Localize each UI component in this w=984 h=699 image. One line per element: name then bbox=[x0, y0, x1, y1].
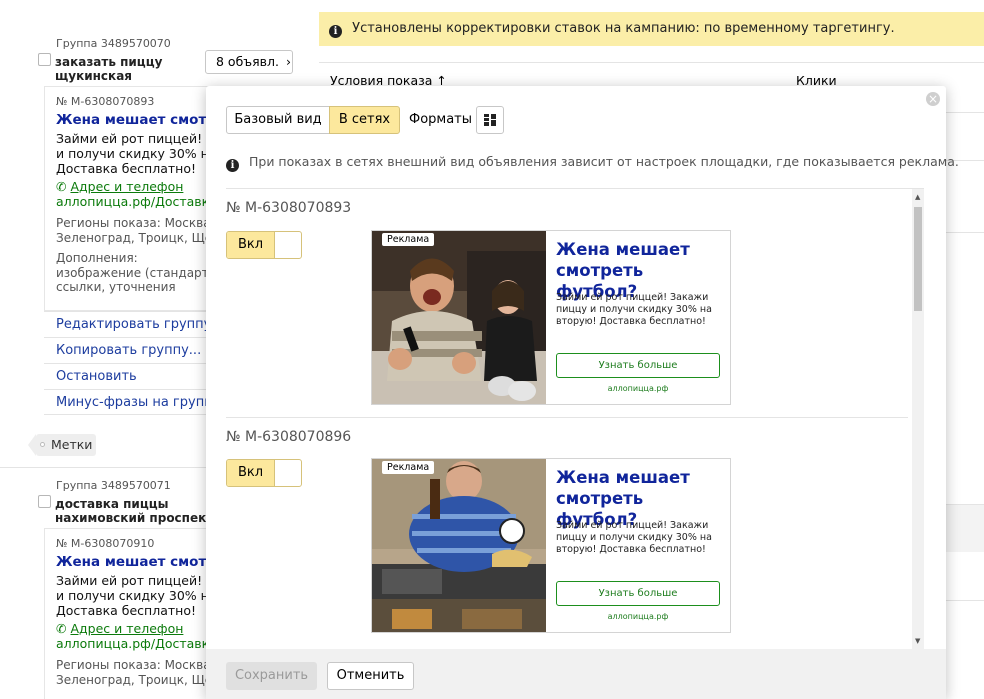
negative-keywords-link[interactable]: Минус-фразы на группу bbox=[44, 389, 224, 415]
extras-line: Дополнения: bbox=[56, 251, 138, 265]
ads-count-button[interactable]: 8 объявл. › bbox=[205, 50, 293, 74]
tags-label: Метки bbox=[51, 437, 93, 452]
group-name-line: заказать пиццу bbox=[55, 55, 163, 69]
network-ad-preview: Реклама Жена мешает смотреть футбол? Зай… bbox=[371, 458, 731, 633]
tag-arrow-shape bbox=[28, 434, 36, 456]
learn-more-button: Узнать больше bbox=[556, 581, 720, 606]
ad-number: № M-6308070893 bbox=[226, 200, 352, 216]
tab-formats[interactable]: Форматы bbox=[409, 112, 472, 127]
edit-group-link[interactable]: Редактировать группу... bbox=[44, 311, 224, 337]
network-ad-preview: Реклама Жена мешает смотреть футбол? Зай… bbox=[371, 230, 731, 405]
group-name-line: доставка пиццы bbox=[55, 497, 169, 511]
ad-label-badge: Реклама bbox=[382, 233, 435, 246]
display-url: аллопицца.рф/Доставка- bbox=[56, 194, 222, 209]
ad-body: Займи ей рот пиццей! Закажи пиццу и полу… bbox=[556, 292, 712, 327]
alert-text: Установлены корректировки ставок на камп… bbox=[352, 21, 895, 36]
tab-basic-view[interactable]: Базовый вид bbox=[226, 106, 330, 134]
ads-scroll-area: ▲ ▼ № M-6308070893 Вкл Реклама Жена меша… bbox=[226, 188, 924, 649]
extras-line: изображение (стандартное bbox=[56, 265, 232, 280]
save-button[interactable]: Сохранить bbox=[226, 662, 317, 690]
regions-line: Регионы показа: Москва (к bbox=[56, 216, 227, 230]
scroll-up-icon[interactable]: ▲ bbox=[915, 193, 920, 201]
ad-body-line: Займи ей рот пиццей! За bbox=[56, 131, 222, 146]
address-link-label: Адрес и телефон bbox=[70, 179, 184, 194]
chevron-right-icon: › bbox=[285, 54, 291, 69]
extras-text: Дополнения: изображение (стандартное ссы… bbox=[56, 251, 231, 295]
modal-footer: Сохранить Отменить bbox=[206, 649, 946, 699]
regions-line: Регионы показа: Москва ( bbox=[56, 658, 220, 672]
tab-networks[interactable]: В сетях bbox=[329, 106, 400, 134]
group-id: Группа 3489570071 bbox=[56, 479, 171, 492]
group-name[interactable]: доставка пиццы нахимовский проспект bbox=[55, 497, 213, 525]
group-name-line: щукинская bbox=[55, 69, 132, 83]
bid-adjustment-alert: i Установлены корректировки ставок на ка… bbox=[319, 12, 984, 46]
ad-toggle[interactable]: Вкл bbox=[226, 459, 302, 487]
group-name-line: нахимовский проспект bbox=[55, 511, 214, 525]
ads-count-label: 8 объявл. bbox=[216, 54, 279, 69]
ad-body-line: Доставка бесплатно! bbox=[56, 603, 196, 618]
ad-domain: аллопицца.рф bbox=[607, 612, 669, 621]
regions-text: Регионы показа: Москва (к Зеленоград, Тр… bbox=[56, 216, 227, 245]
ad-row: № M-6308070896 Вкл Реклама Жена мешает с… bbox=[226, 419, 908, 649]
group-divider bbox=[0, 467, 210, 468]
ad-number: № M-6308070910 bbox=[56, 537, 155, 550]
ad-body: Займи ей рот пиццей! За и получи скидку … bbox=[56, 573, 228, 618]
copy-group-link[interactable]: Копировать группу... bbox=[44, 337, 224, 363]
toggle-on-label: Вкл bbox=[227, 460, 275, 486]
ad-label-badge: Реклама bbox=[382, 461, 435, 474]
table-row-line bbox=[946, 112, 984, 113]
ad-number: № M-6308070896 bbox=[226, 429, 352, 445]
ad-body-line: Займи ей рот пиццей! За bbox=[56, 573, 222, 588]
table-row-line bbox=[946, 232, 984, 233]
address-link[interactable]: ✆ Адрес и телефон bbox=[56, 621, 183, 636]
info-icon: i bbox=[329, 25, 342, 38]
group-checkbox[interactable] bbox=[38, 53, 51, 66]
group-id: Группа 3489570070 bbox=[56, 37, 171, 50]
tags-button[interactable]: Метки bbox=[36, 434, 96, 456]
toggle-on-label: Вкл bbox=[227, 232, 275, 258]
layout-grid-icon[interactable] bbox=[476, 106, 504, 134]
regions-line: Зеленоград, Троицк, Щерб bbox=[56, 672, 228, 687]
ad-preview-modal: × Базовый вид В сетях Форматы i При пока… bbox=[206, 86, 959, 699]
ad-row: № M-6308070893 Вкл Реклама Жена мешает с… bbox=[226, 189, 908, 418]
ad-body: Займи ей рот пиццей! За и получи скидку … bbox=[56, 131, 228, 176]
ad-toggle[interactable]: Вкл bbox=[226, 231, 302, 259]
table-row-line bbox=[946, 600, 984, 601]
address-link[interactable]: ✆ Адрес и телефон bbox=[56, 179, 183, 194]
ad-body-line: Доставка бесплатно! bbox=[56, 161, 196, 176]
group-name[interactable]: заказать пиццу щукинская bbox=[55, 55, 162, 83]
ad-domain: аллопицца.рф bbox=[607, 384, 669, 393]
ad-image: Реклама bbox=[372, 459, 546, 632]
networks-info-text: При показах в сетях внешний вид объявлен… bbox=[248, 154, 959, 169]
learn-more-button: Узнать больше bbox=[556, 353, 720, 378]
phone-icon: ✆ bbox=[56, 179, 67, 194]
extras-line: ссылки, уточнения bbox=[56, 280, 176, 294]
ad-body-line: и получи скидку 30% на в bbox=[56, 588, 228, 603]
networks-info: i При показах в сетях внешний вид объявл… bbox=[226, 154, 959, 172]
address-link-label: Адрес и телефон bbox=[70, 621, 184, 636]
ad-body: Займи ей рот пиццей! Закажи пиццу и полу… bbox=[556, 520, 712, 555]
stop-group-link[interactable]: Остановить bbox=[44, 363, 224, 389]
ad-image: Реклама bbox=[372, 231, 546, 404]
ad-body-line: и получи скидку 30% на в bbox=[56, 146, 228, 161]
regions-text: Регионы показа: Москва ( Зеленоград, Тро… bbox=[56, 658, 227, 687]
close-icon[interactable]: × bbox=[926, 92, 940, 106]
cancel-button[interactable]: Отменить bbox=[327, 662, 414, 690]
scrollbar-thumb[interactable] bbox=[914, 207, 922, 311]
phone-icon: ✆ bbox=[56, 621, 67, 636]
regions-line: Зеленоград, Троицк, Щерб bbox=[56, 230, 228, 245]
group-checkbox[interactable] bbox=[38, 495, 51, 508]
scroll-down-icon[interactable]: ▼ bbox=[915, 637, 920, 645]
scrollbar-track[interactable]: ▲ ▼ bbox=[912, 189, 924, 649]
info-icon: i bbox=[226, 159, 239, 172]
display-url: аллопицца.рф/Доставка- bbox=[56, 636, 222, 651]
tag-hole-icon bbox=[40, 442, 45, 447]
ad-number: № M-6308070893 bbox=[56, 95, 155, 108]
table-row-shaded bbox=[946, 504, 984, 552]
